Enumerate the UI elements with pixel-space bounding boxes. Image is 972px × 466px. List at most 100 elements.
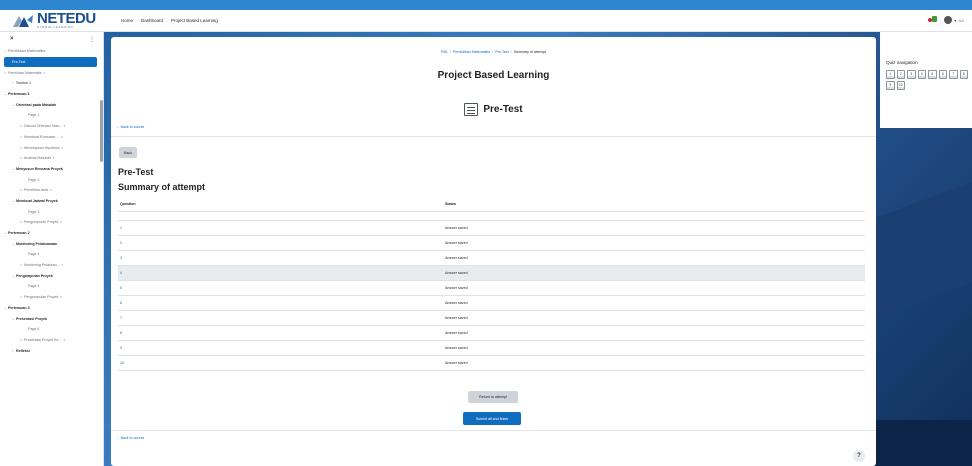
drawer-item[interactable]: ⌄ Pertemuan 2 [0, 228, 103, 239]
return-to-attempt-button[interactable]: Return to attempt [468, 391, 518, 403]
logo-wordmark: NETEDU HYBRID LEARNING [37, 11, 96, 29]
drawer-item-label: Pengumpulan Proyek [24, 295, 59, 300]
drawer-item[interactable]: Page 2 [0, 174, 103, 185]
notification-icon[interactable] [928, 16, 938, 24]
course-index-drawer: × ⋮ ⌄ Pendidikan Matematika Pre-Test ○ Pemik… [0, 32, 104, 466]
drawer-item[interactable]: ○ Membuat Rumusan ... ▪ [0, 132, 103, 143]
question-number-link[interactable]: 7 [118, 310, 443, 326]
close-icon[interactable]: × [10, 36, 14, 42]
site-logo[interactable]: NETEDU HYBRID LEARNING [12, 11, 116, 29]
drawer-item[interactable]: ○ Diskusi Orientasi Mas... ▪ [0, 121, 103, 132]
kebab-menu-icon[interactable]: ⋮ [89, 36, 95, 43]
quiz-heading: Pre-Test [118, 167, 154, 177]
drawer-item-label: Pengumpulan Proyek [24, 220, 59, 225]
drawer-item[interactable]: ○ Presentasi Proyek Ke... ▪ [0, 335, 103, 346]
lock-icon: ▪ [61, 145, 63, 150]
drawer-item[interactable]: ○ Analisis Masalah ▪ [0, 153, 103, 164]
question-status: Answer saved [443, 355, 865, 371]
nav-home[interactable]: Home [120, 18, 134, 23]
question-number-link[interactable]: 1 [118, 220, 443, 236]
quiz-nav-button[interactable]: 8 [959, 70, 968, 79]
quiz-navigation-title: Quiz navigation [886, 60, 918, 65]
question-number-link[interactable]: 8 [118, 325, 443, 341]
question-number-link[interactable]: 4 [118, 265, 443, 281]
submit-all-button[interactable]: Submit all and finish [463, 412, 521, 425]
lock-icon: ▪ [63, 337, 65, 342]
avatar [944, 16, 953, 24]
quiz-nav-button[interactable]: 1 [886, 70, 895, 79]
back-to-course-link[interactable]: ← Back to course [116, 436, 144, 440]
activity-title: Pre-Test [483, 104, 523, 115]
question-number-link[interactable]: 3 [118, 250, 443, 266]
question-number-link[interactable]: 6 [118, 295, 443, 311]
question-number-link[interactable]: 5 [118, 280, 443, 296]
drawer-item[interactable]: Page 5 [0, 281, 103, 292]
drawer-item[interactable]: ⌄ Membuat Jadwal Proyek [0, 196, 103, 207]
drawer-item[interactable]: ⌄ Monitoring Pelaksanaan [0, 238, 103, 249]
question-number-link[interactable]: 10 [118, 355, 443, 371]
drawer-item[interactable]: ⌄ Pendidikan Matematika [0, 46, 103, 57]
drawer-scrollbar[interactable] [100, 100, 103, 162]
drawer-item[interactable]: ⌄ Pertemuan 1 [0, 89, 103, 100]
drawer-item[interactable]: ⌄ Orientasi pada Masalah [0, 99, 103, 110]
table-row: 8 Answer saved [118, 325, 865, 341]
drawer-item[interactable]: ○ Menetapkan Hipotesis ▪ [0, 142, 103, 153]
nav-dashboard[interactable]: Dashboard [140, 18, 164, 23]
drawer-item[interactable]: ⌄ Presentasi Proyek [0, 313, 103, 324]
drawer-item[interactable]: Page 1 [0, 110, 103, 121]
drawer-item-label: Pertemuan 2 [8, 231, 30, 236]
quiz-nav-button[interactable]: 2 [896, 70, 905, 79]
top-navbar: NETEDU HYBRID LEARNING Home Dashboard Pr… [0, 10, 972, 32]
drawer-item-label: Orientasi pada Masalah [16, 102, 57, 107]
drawer-item-label: Page 5 [28, 284, 40, 289]
question-status: Answer saved [443, 250, 865, 266]
breadcrumb-item[interactable]: Pendidikan Matematika [453, 50, 490, 54]
back-button[interactable]: Back [119, 147, 137, 158]
nav-course[interactable]: Project Based Learning [170, 18, 219, 23]
drawer-item[interactable]: ⌄ Pertemuan 3 [0, 303, 103, 314]
drawer-item-label: Membuat Rumusan ... [24, 134, 60, 139]
help-button[interactable]: ? [853, 450, 865, 462]
drawer-item[interactable]: Page 4 [0, 249, 103, 260]
divider [111, 430, 876, 431]
drawer-item[interactable]: ○ Pengumpulan Proyek ▪ [0, 292, 103, 303]
question-number-link[interactable]: 9 [118, 340, 443, 356]
drawer-item[interactable]: ○ Pemikiran Matematis ▪ [0, 67, 103, 78]
drawer-item[interactable]: › Section 1 [0, 78, 103, 89]
lock-icon: ▪ [60, 220, 62, 225]
drawer-item[interactable]: Pre-Test [4, 56, 97, 68]
drawer-item[interactable]: › Refleksi [0, 345, 103, 356]
drawer-item[interactable]: Page 3 [0, 206, 103, 217]
main-region: PBL / Pendidikan Matematika / Pre-Test / Summa… [111, 37, 876, 466]
drawer-item[interactable]: Page 6 [0, 324, 103, 335]
table-body: 1 Answer saved 2 Answer saved 3 Answer saved 4… [118, 211, 865, 371]
breadcrumb-item[interactable]: Pre-Test [495, 50, 508, 54]
quiz-nav-button[interactable]: 6 [938, 70, 947, 79]
question-number-link[interactable]: 2 [118, 235, 443, 251]
question-status: Answer saved [443, 280, 865, 296]
breadcrumb-current: Summary of attempt [513, 50, 546, 54]
page-title: Project Based Learning [437, 70, 550, 81]
back-to-course-link[interactable]: ← Back to course [116, 125, 144, 129]
drawer-item[interactable]: ⌄ Menyusun Rencana Proyek [0, 164, 103, 175]
drawer-item[interactable]: ○ Penelitian Awal ▪ [0, 185, 103, 196]
logo-mark-icon [12, 14, 34, 28]
table-spacer-row [118, 211, 865, 221]
question-status: Answer saved [443, 295, 865, 311]
user-menu[interactable]: ▾ NA [944, 16, 964, 24]
drawer-item[interactable]: ○ Pengumpulan Proyek ▪ [0, 217, 103, 228]
quiz-nav-button[interactable]: 4 [917, 70, 926, 79]
quiz-nav-button[interactable]: 5 [928, 70, 937, 79]
drawer-item[interactable]: ○ Monitoring Pelaksan... ▪ [0, 260, 103, 271]
quiz-nav-button[interactable]: 3 [907, 70, 916, 79]
quiz-nav-button[interactable]: 10 [896, 81, 905, 90]
drawer-item-label: Pertemuan 1 [8, 92, 30, 97]
breadcrumb-item[interactable]: PBL [441, 50, 448, 54]
quiz-nav-button[interactable]: 7 [949, 70, 958, 79]
question-status: Answer saved [443, 265, 865, 281]
table-row: 1 Answer saved [118, 220, 865, 236]
quiz-nav-button[interactable]: 9 [886, 81, 895, 90]
drawer-item-label: Diskusi Orientasi Mas... [24, 124, 62, 129]
drawer-item[interactable]: ⌄ Pengumpulan Proyek [0, 270, 103, 281]
drawer-item-label: Page 2 [28, 177, 40, 182]
